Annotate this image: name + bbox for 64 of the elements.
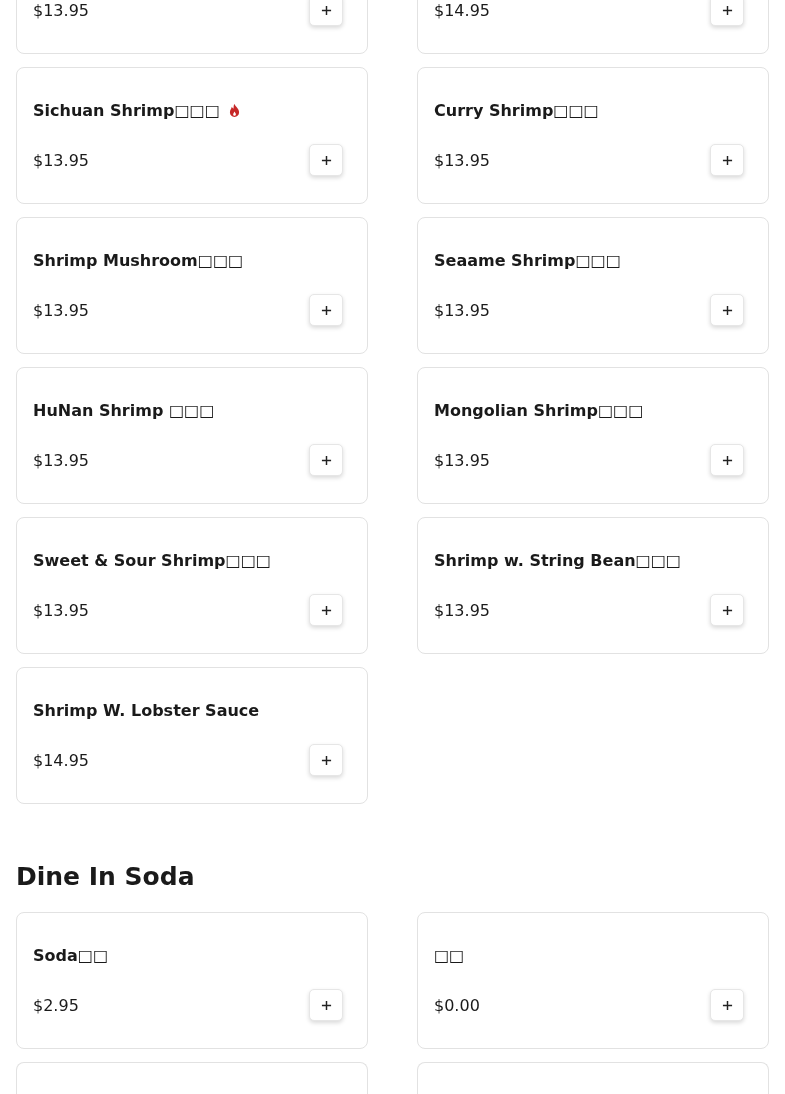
plus-icon	[320, 754, 332, 766]
add-button[interactable]	[710, 294, 744, 326]
menu-item-card[interactable]: Sweet & Sour Shrimp□□□ $13.95	[16, 517, 368, 654]
item-price: $13.95	[434, 300, 490, 320]
add-button[interactable]	[309, 294, 343, 326]
menu-item-card[interactable]: Soda□□ $2.95	[16, 912, 368, 1049]
add-button[interactable]	[309, 144, 343, 176]
item-name: Soda□□	[33, 945, 108, 965]
plus-icon	[721, 454, 733, 466]
plus-icon	[721, 4, 733, 16]
item-price: $0.00	[434, 995, 480, 1015]
item-price: $13.95	[33, 600, 89, 620]
menu-item-card[interactable]: Mongolian Shrimp□□□ $13.95	[417, 367, 769, 504]
menu-item-card[interactable]: Sichuan Shrimp□□□ $13.95	[16, 67, 368, 204]
item-price: $13.95	[434, 600, 490, 620]
plus-icon	[320, 999, 332, 1011]
item-price: $2.95	[33, 995, 79, 1015]
item-name: Shrimp W. Lobster Sauce	[33, 700, 260, 720]
plus-icon	[320, 154, 332, 166]
item-name: Sichuan Shrimp□□□	[33, 100, 220, 120]
add-button[interactable]	[309, 594, 343, 626]
item-price: $13.95	[33, 150, 89, 170]
menu-item-card[interactable]: Curry Shrimp□□□ $13.95	[417, 67, 769, 204]
item-price: $13.95	[434, 150, 490, 170]
item-price: $13.95	[33, 300, 89, 320]
menu-item-card[interactable]: $14.95	[417, 0, 769, 54]
plus-icon	[320, 4, 332, 16]
item-price: $14.95	[434, 0, 490, 20]
plus-icon	[320, 304, 332, 316]
item-name: HuNan Shrimp □□□	[33, 400, 215, 420]
item-name: Sweet & Sour Shrimp□□□	[33, 550, 271, 570]
add-button[interactable]	[309, 0, 343, 26]
add-button[interactable]	[309, 444, 343, 476]
plus-icon	[721, 999, 733, 1011]
menu-item-card[interactable]: Seaame Shrimp□□□ $13.95	[417, 217, 769, 354]
add-button[interactable]	[710, 989, 744, 1021]
item-name: □□	[434, 945, 465, 965]
item-name: Shrimp w. String Bean□□□	[434, 550, 681, 570]
menu-item-card[interactable]: $13.95	[16, 0, 368, 54]
plus-icon	[320, 454, 332, 466]
item-price: $14.95	[33, 750, 89, 770]
menu-item-card[interactable]: Shrimp Mushroom□□□ $13.95	[16, 217, 368, 354]
menu-item-card[interactable]: Shrimp W. Lobster Sauce $14.95	[16, 667, 368, 804]
menu-item-card[interactable]: HuNan Shrimp □□□ $13.95	[16, 367, 368, 504]
item-price: $13.95	[434, 450, 490, 470]
add-button[interactable]	[710, 0, 744, 26]
menu-item-card[interactable]: □□ $0.00	[417, 912, 769, 1049]
add-button[interactable]	[710, 444, 744, 476]
section-heading: Dine In Soda	[16, 862, 196, 892]
menu-item-card[interactable]: Shrimp w. String Bean□□□ $13.95	[417, 517, 769, 654]
add-button[interactable]	[309, 744, 343, 776]
item-name: Shrimp Mushroom□□□	[33, 250, 244, 270]
item-name: Curry Shrimp□□□	[434, 100, 599, 120]
item-price: $13.95	[33, 450, 89, 470]
plus-icon	[721, 304, 733, 316]
plus-icon	[721, 604, 733, 616]
add-button[interactable]	[309, 989, 343, 1021]
item-price: $13.95	[33, 0, 89, 20]
add-button[interactable]	[710, 594, 744, 626]
plus-icon	[320, 604, 332, 616]
item-name: Seaame Shrimp□□□	[434, 250, 621, 270]
item-name: Mongolian Shrimp□□□	[434, 400, 644, 420]
add-button[interactable]	[710, 144, 744, 176]
plus-icon	[721, 154, 733, 166]
